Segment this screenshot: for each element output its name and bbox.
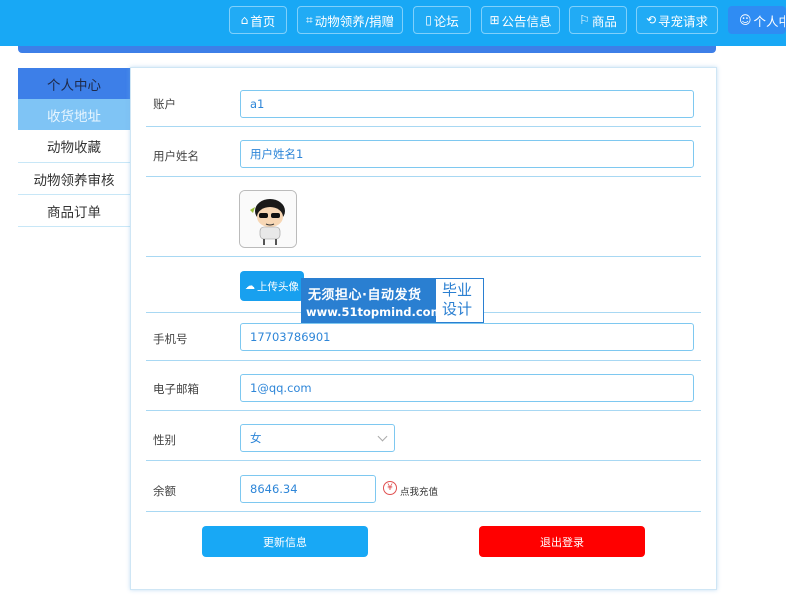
nav-home-button[interactable]: ⌂ 首页	[229, 6, 287, 34]
nav-lost-pet-button[interactable]: ⟲ 寻宠请求	[636, 6, 718, 34]
recharge-link[interactable]: 点我充值	[400, 484, 438, 498]
watermark-side1: 毕业	[442, 281, 473, 299]
upload-avatar-button[interactable]: ☁ 上传头像	[240, 271, 304, 301]
sidebar-item-orders[interactable]: 商品订单	[18, 195, 130, 227]
home-icon: ⌂	[240, 13, 249, 27]
yen-icon[interactable]: ¥	[383, 481, 397, 495]
balance-label: 余额	[153, 484, 176, 498]
account-input[interactable]: a1	[240, 90, 694, 118]
nav-profile-label: 个人中心	[753, 13, 785, 29]
top-nav-bar: ⌂首页 ⌗动物领养/捐赠 ▯论坛 ⊞公告信息 ⚐商品 ⟲寻宠请求 ☺个人中心	[0, 0, 786, 46]
notice-icon: ⊞	[489, 13, 500, 27]
sidebar-item-favorites[interactable]: 动物收藏	[18, 130, 130, 163]
username-label: 用户姓名	[153, 149, 199, 163]
avatar-image	[240, 191, 296, 247]
update-info-button[interactable]: 更新信息	[202, 526, 368, 557]
avatar	[239, 190, 297, 248]
gender-value: 女	[250, 431, 262, 445]
watermark-line1: 无须担心·自动发货	[308, 288, 422, 303]
forum-icon: ▯	[425, 13, 432, 27]
logout-button[interactable]: 退出登录	[479, 526, 645, 557]
gender-row: 性别 女	[146, 411, 701, 461]
sidebar-item-label: 个人中心	[47, 77, 101, 94]
nav-notice-label: 公告信息	[501, 13, 552, 29]
nav-profile-button[interactable]: ☺个人中心	[728, 6, 786, 34]
sidebar-item-adoption-review[interactable]: 动物领养审核	[18, 163, 130, 195]
gender-label: 性别	[153, 433, 176, 447]
sidebar-item-label: 动物领养审核	[33, 172, 115, 189]
nav-goods-label: 商品	[591, 13, 617, 29]
username-row: 用户姓名 用户姓名1	[146, 127, 701, 177]
nav-forum-button[interactable]: ▯ 论坛	[413, 6, 471, 34]
email-row: 电子邮箱 1@qq.com	[146, 361, 701, 411]
upload-avatar-label: 上传头像	[257, 280, 299, 293]
email-input[interactable]: 1@qq.com	[240, 374, 694, 402]
nav-adoption-label: 动物领养/捐赠	[314, 13, 394, 29]
account-label: 账户	[153, 97, 176, 111]
nav-underline	[18, 46, 716, 53]
sidebar-item-label: 收货地址	[47, 108, 101, 125]
refresh-icon: ⟲	[645, 13, 657, 27]
nav-adoption-button[interactable]: ⌗ 动物领养/捐赠	[297, 6, 403, 34]
cloud-upload-icon: ☁	[245, 280, 255, 292]
username-input[interactable]: 用户姓名1	[240, 140, 694, 168]
flag-icon: ⚐	[579, 13, 590, 27]
phone-label: 手机号	[153, 332, 188, 346]
sidebar-item-profile[interactable]: 个人中心	[18, 68, 130, 99]
account-row: 账户 a1	[146, 78, 701, 127]
sidebar-menu: 个人中心 收货地址 动物收藏 动物领养审核 商品订单	[18, 68, 130, 227]
nav-forum-label: 论坛	[433, 13, 459, 29]
email-label: 电子邮箱	[153, 382, 199, 396]
nav-notice-button[interactable]: ⊞ 公告信息	[481, 6, 560, 34]
phone-row: 手机号 17703786901	[146, 313, 701, 361]
user-icon: ☺	[739, 13, 752, 27]
avatar-row	[146, 177, 701, 257]
phone-input[interactable]: 17703786901	[240, 323, 694, 351]
chevron-down-icon	[377, 431, 388, 442]
sidebar-item-label: 商品订单	[47, 204, 101, 221]
nav-lost-pet-label: 寻宠请求	[658, 13, 709, 29]
tag-icon: ⌗	[306, 12, 313, 27]
sidebar-item-label: 动物收藏	[47, 140, 101, 156]
nav-goods-button[interactable]: ⚐ 商品	[569, 6, 627, 34]
sidebar-item-address[interactable]: 收货地址	[18, 99, 130, 130]
balance-input[interactable]: 8646.34	[240, 475, 376, 503]
gender-select[interactable]: 女	[240, 424, 395, 452]
nav-home-label: 首页	[250, 13, 276, 29]
